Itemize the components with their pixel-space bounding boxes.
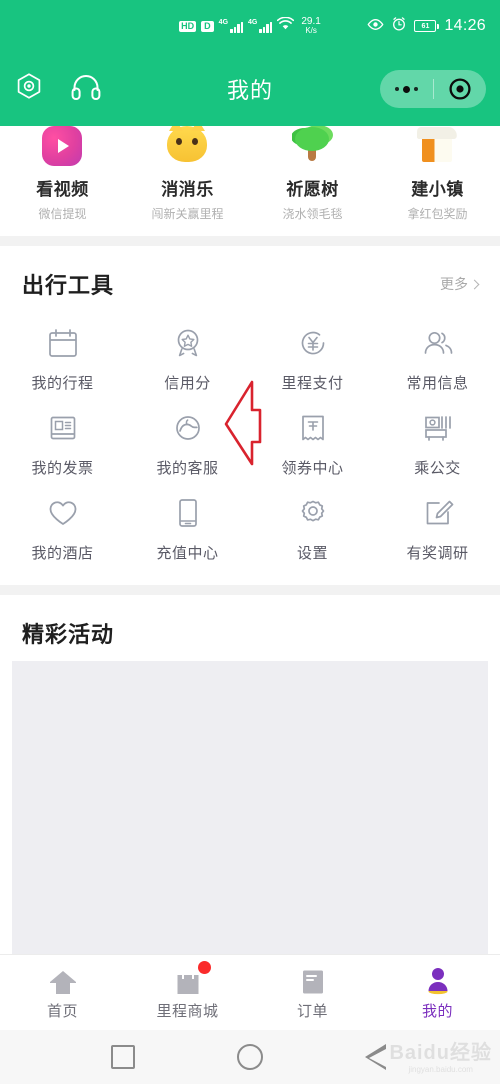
tab-home[interactable]: 首页 (0, 964, 125, 1021)
miniprogram-capsule[interactable] (380, 70, 486, 108)
tab-mileage-mall[interactable]: 里程商城 (125, 961, 250, 1021)
tool-item-customer-service[interactable]: 我的客服 (125, 397, 250, 482)
more-dots-icon[interactable] (380, 85, 433, 93)
tool-item-take-bus[interactable]: 乘公交 (375, 397, 500, 482)
bus-icon (421, 408, 455, 448)
bottom-tab-bar: 首页 里程商城 订单 我的 (0, 954, 500, 1030)
tools-section-header: 出行工具 更多 (0, 246, 500, 308)
phone-screen: HD D 4G 4G 29.1 K/s 61 14:26 我的 看视频 微信提现… (0, 0, 500, 1084)
edit-pencil-icon (421, 493, 455, 533)
more-link[interactable]: 更多 (440, 274, 480, 294)
heart-icon (46, 493, 80, 533)
order-book-icon (299, 964, 327, 996)
wifi-icon (277, 16, 295, 35)
tool-item-my-hotel[interactable]: 我的酒店 (0, 482, 125, 567)
hd-icon: HD (179, 20, 197, 32)
tool-item-settings[interactable]: 设置 (250, 482, 375, 567)
customer-service-icon (171, 408, 205, 448)
section-divider (0, 236, 500, 246)
tool-item-credit-score[interactable]: 信用分 (125, 312, 250, 397)
house-icon (416, 126, 459, 168)
home-circle-icon[interactable] (237, 1044, 263, 1070)
tool-item-coupon-center[interactable]: 领券中心 (250, 397, 375, 482)
tree-icon (292, 126, 334, 168)
coupon-icon (296, 408, 330, 448)
signal-icon: 4G (248, 19, 273, 33)
tab-profile[interactable]: 我的 (375, 964, 500, 1021)
app-shortcut[interactable]: 看视频 微信提现 (0, 126, 125, 222)
yen-circle-icon (296, 323, 330, 363)
top-apps-row: 看视频 微信提现 消消乐 闯新关赢里程 祈愿树 浇水领毛毯 建小镇 拿红包奖励 (0, 126, 500, 236)
back-triangle-icon[interactable] (365, 1044, 389, 1070)
chevron-right-icon (469, 279, 480, 289)
invoice-icon (46, 408, 80, 448)
medal-star-icon (171, 323, 205, 363)
alarm-icon (392, 16, 406, 36)
section-title: 精彩活动 (22, 622, 115, 647)
tool-item-my-invoice[interactable]: 我的发票 (0, 397, 125, 482)
battery-icon: 61 (414, 20, 439, 32)
tool-item-my-trips[interactable]: 我的行程 (0, 312, 125, 397)
notification-badge (197, 961, 211, 974)
home-icon (48, 964, 78, 996)
activity-section-header: 精彩活动 (0, 595, 500, 657)
signal-icon: 4G (219, 19, 244, 33)
cat-face-icon (166, 126, 209, 168)
section-title: 出行工具 (22, 273, 115, 298)
tools-card: 出行工具 更多 我的行程 信用分 里程支付 常用信息 我的发票 我的客服 领券中… (0, 246, 500, 585)
gear-icon (296, 493, 330, 533)
tool-item-common-info[interactable]: 常用信息 (375, 312, 500, 397)
app-shortcut[interactable]: 消消乐 闯新关赢里程 (125, 126, 250, 222)
phone-icon (171, 493, 205, 533)
tool-item-survey[interactable]: 有奖调研 (375, 482, 500, 567)
calendar-icon (46, 323, 80, 363)
status-bar: HD D 4G 4G 29.1 K/s 61 14:26 (0, 0, 500, 52)
app-header: 我的 (0, 52, 500, 126)
app-shortcut[interactable]: 祈愿树 浇水领毛毯 (250, 126, 375, 222)
target-circle-icon[interactable] (434, 77, 487, 101)
section-divider (0, 585, 500, 595)
top-apps-card: 看视频 微信提现 消消乐 闯新关赢里程 祈愿树 浇水领毛毯 建小镇 拿红包奖励 (0, 126, 500, 236)
shop-bag-icon (174, 961, 211, 996)
activity-placeholder[interactable] (12, 661, 488, 979)
eye-icon (367, 17, 384, 35)
status-bar-right: 61 14:26 (367, 0, 486, 52)
people-icon (421, 323, 455, 363)
status-bar-clock: 14:26 (444, 17, 486, 34)
app-shortcut[interactable]: 建小镇 拿红包奖励 (375, 126, 500, 222)
video-play-icon (41, 126, 84, 168)
person-icon (424, 964, 452, 996)
activity-card: 精彩活动 (0, 595, 500, 979)
tool-item-recharge-center[interactable]: 充值中心 (125, 482, 250, 567)
data-icon: D (201, 20, 214, 32)
tool-item-mileage-pay[interactable]: 里程支付 (250, 312, 375, 397)
network-speed: 29.1 K/s (301, 16, 321, 35)
tab-orders[interactable]: 订单 (250, 964, 375, 1021)
watermark: Baidu经验 jingyan.baidu.com (389, 1042, 492, 1074)
recent-square-icon[interactable] (111, 1045, 135, 1069)
tools-grid: 我的行程 信用分 里程支付 常用信息 我的发票 我的客服 领券中心 乘公交 我的… (0, 308, 500, 585)
